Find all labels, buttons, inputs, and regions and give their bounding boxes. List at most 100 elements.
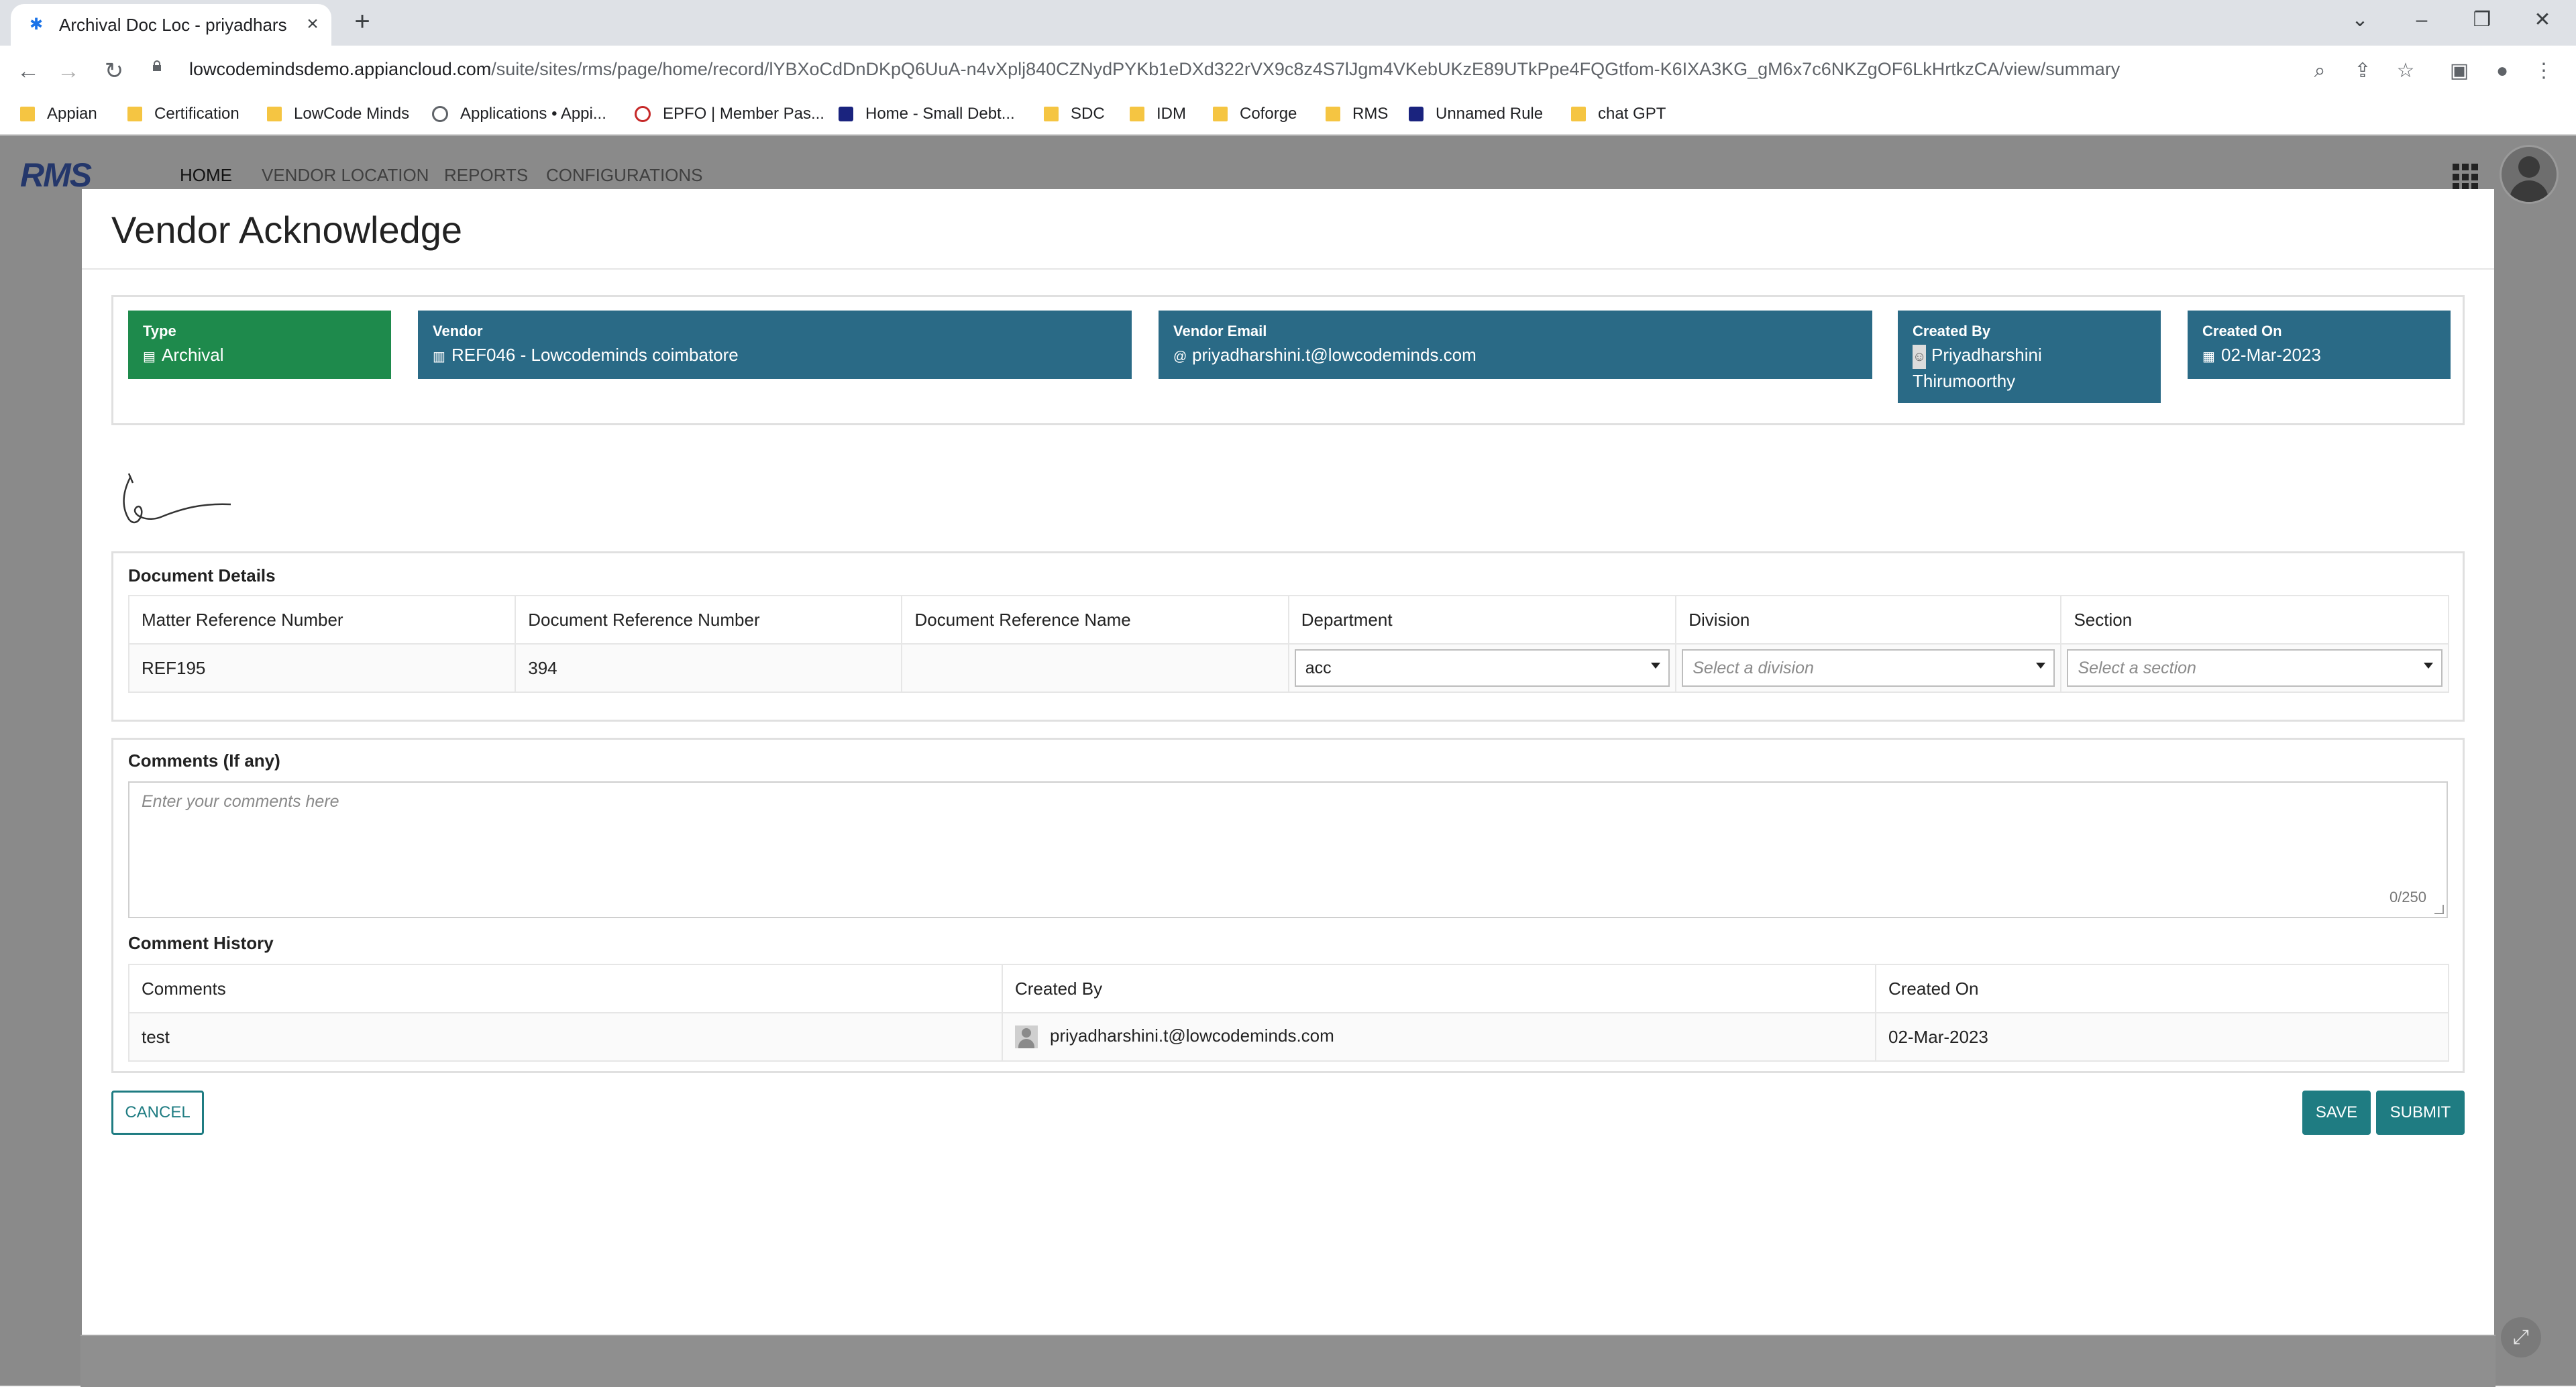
bookmark-label: Coforge — [1240, 105, 1297, 123]
created-on-label: Created On — [2202, 323, 2282, 339]
bookmark-star-icon[interactable]: ☆ — [2391, 56, 2420, 86]
vendor-email-value: priyadharshini.t@lowcodeminds.com — [1192, 345, 1477, 365]
close-window-icon[interactable]: ✕ — [2522, 5, 2563, 35]
division-dropdown[interactable]: Select a division — [1682, 649, 2055, 687]
share-icon[interactable]: ⇪ — [2348, 56, 2377, 86]
comment-history-heading: Comment History — [128, 933, 274, 953]
bookmark-chat-gpt[interactable]: chat GPT — [1571, 101, 1666, 127]
bookmark-certification[interactable]: Certification — [127, 101, 239, 127]
bookmark-applications[interactable]: Applications • Appi... — [432, 101, 606, 127]
at-icon: @ — [1173, 349, 1187, 364]
side-panel-icon[interactable]: ▣ — [2445, 56, 2474, 86]
bookmark-unnamed-rule[interactable]: Unnamed Rule — [1409, 101, 1543, 127]
character-counter: 0/250 — [2389, 889, 2426, 905]
nav-vendor-location[interactable]: VENDOR LOCATION — [262, 165, 429, 186]
document-details-heading: Document Details — [128, 565, 276, 586]
save-button[interactable]: SAVE — [2302, 1091, 2371, 1135]
tab-title: Archival Doc Loc - priyadharshini — [59, 15, 287, 35]
document-details-section: Document Details Matter Reference Number… — [111, 551, 2465, 722]
column-header: Created By — [1002, 964, 1876, 1013]
folder-icon — [1044, 107, 1059, 121]
created-by-label: Created By — [1913, 323, 1991, 339]
bookmark-appian[interactable]: Appian — [20, 101, 97, 127]
background-panel — [80, 1335, 2496, 1387]
menu-kebab-icon[interactable]: ⋮ — [2529, 56, 2559, 86]
matter-reference-cell: REF195 — [127, 643, 517, 693]
section-placeholder: Select a section — [2078, 658, 2196, 677]
dialog-title: Vendor Acknowledge — [111, 209, 463, 251]
document-details-table: Matter Reference Number Document Referen… — [127, 595, 2449, 693]
division-placeholder: Select a division — [1693, 658, 1814, 677]
bookmark-epfo[interactable]: EPFO | Member Pas... — [635, 101, 824, 127]
globe-icon — [432, 106, 448, 122]
created-on-cell: 02-Mar-2023 — [1875, 1012, 2449, 1062]
column-header: Matter Reference Number — [127, 595, 517, 645]
column-header: Document Reference Name — [901, 595, 1289, 645]
bookmark-label: Certification — [154, 105, 239, 123]
nav-home[interactable]: HOME — [180, 165, 232, 195]
apps-grid-icon[interactable] — [2453, 164, 2479, 190]
document-reference-name-cell — [901, 643, 1289, 693]
bookmark-rms[interactable]: RMS — [1326, 101, 1388, 127]
signature-image — [123, 473, 231, 524]
lock-icon[interactable] — [152, 60, 162, 71]
bookmark-sdc[interactable]: SDC — [1044, 101, 1105, 127]
folder-icon — [1326, 107, 1340, 121]
folder-icon — [1213, 107, 1228, 121]
vendor-value: REF046 - Lowcodeminds coimbatore — [451, 345, 739, 365]
comments-textarea[interactable]: Enter your comments here 0/250 — [128, 781, 2448, 918]
rms-logo[interactable]: RMS — [20, 156, 92, 195]
back-arrow-icon[interactable]: ← — [13, 56, 43, 86]
caret-down-icon — [2036, 663, 2046, 669]
zoom-icon[interactable]: ⌕ — [2305, 56, 2334, 86]
vendor-email-label: Vendor Email — [1173, 323, 1267, 339]
column-header: Created On — [1875, 964, 2449, 1013]
cancel-button[interactable]: CANCEL — [111, 1091, 204, 1135]
nav-configurations[interactable]: CONFIGURATIONS — [546, 165, 703, 186]
submit-button[interactable]: SUBMIT — [2376, 1091, 2465, 1135]
bookmark-idm[interactable]: IDM — [1130, 101, 1186, 127]
user-avatar[interactable] — [2500, 145, 2559, 204]
bookmark-small-debt[interactable]: Home - Small Debt... — [839, 101, 1015, 127]
bookmark-label: SDC — [1071, 105, 1105, 123]
bookmark-label: Applications • Appi... — [460, 105, 606, 123]
summary-cards: Type ▤ Archival Vendor ▥ REF046 - Lowcodem… — [111, 295, 2465, 425]
comment-cell: test — [128, 1012, 1003, 1062]
created-by-value-line2: Thirumoorthy — [1913, 371, 2016, 391]
folder-icon — [127, 107, 142, 121]
document-reference-number-cell: 394 — [515, 643, 903, 693]
created-by-value-line1: Priyadharshini — [1931, 345, 2042, 365]
bookmark-label: Home - Small Debt... — [865, 105, 1015, 123]
restore-icon[interactable]: ❐ — [2462, 5, 2502, 35]
department-cell: acc — [1287, 643, 1677, 693]
tab-search-chevron-icon[interactable]: ⌄ — [2340, 5, 2380, 35]
created-by-email: priyadharshini.t@lowcodeminds.com — [1050, 1025, 1334, 1046]
appian-favicon-icon: ✱ — [30, 15, 44, 34]
new-tab-icon[interactable]: + — [347, 7, 377, 36]
bookmark-lowcode-minds[interactable]: LowCode Minds — [267, 101, 409, 127]
bookmark-label: RMS — [1352, 105, 1389, 123]
table-row: REF195 394 acc Select a division Select … — [127, 643, 2449, 693]
url-path: /suite/sites/rms/page/home/record/lYBXoC… — [491, 59, 2121, 79]
section-dropdown[interactable]: Select a section — [2067, 649, 2443, 687]
department-value: acc — [1305, 658, 1332, 677]
table-header-row: Matter Reference Number Document Referen… — [127, 595, 2449, 645]
nav-reports[interactable]: REPORTS — [444, 165, 528, 186]
browser-tab[interactable]: ✱ Archival Doc Loc - priyadharshini × — [11, 4, 331, 46]
bookmark-coforge[interactable]: Coforge — [1213, 101, 1297, 127]
type-card: Type ▤ Archival — [128, 311, 391, 379]
bookmark-label: Unnamed Rule — [1436, 105, 1544, 123]
folder-icon — [20, 107, 35, 121]
reload-icon[interactable]: ↻ — [99, 56, 129, 86]
profile-icon[interactable]: ● — [2487, 56, 2517, 86]
address-bar[interactable]: lowcodemindsdemo.appiancloud.com/suite/s… — [189, 59, 2120, 80]
bookmark-label: chat GPT — [1598, 105, 1666, 123]
resize-handle-icon[interactable] — [2434, 905, 2444, 914]
folder-icon — [1571, 107, 1586, 121]
column-header: Section — [2060, 595, 2449, 645]
tab-close-icon[interactable]: × — [301, 12, 325, 36]
feedback-icon[interactable]: ⤢ — [2501, 1317, 2541, 1357]
department-dropdown[interactable]: acc — [1294, 649, 1670, 687]
forward-arrow-icon[interactable]: → — [54, 56, 83, 86]
minimize-icon[interactable]: – — [2402, 5, 2442, 35]
